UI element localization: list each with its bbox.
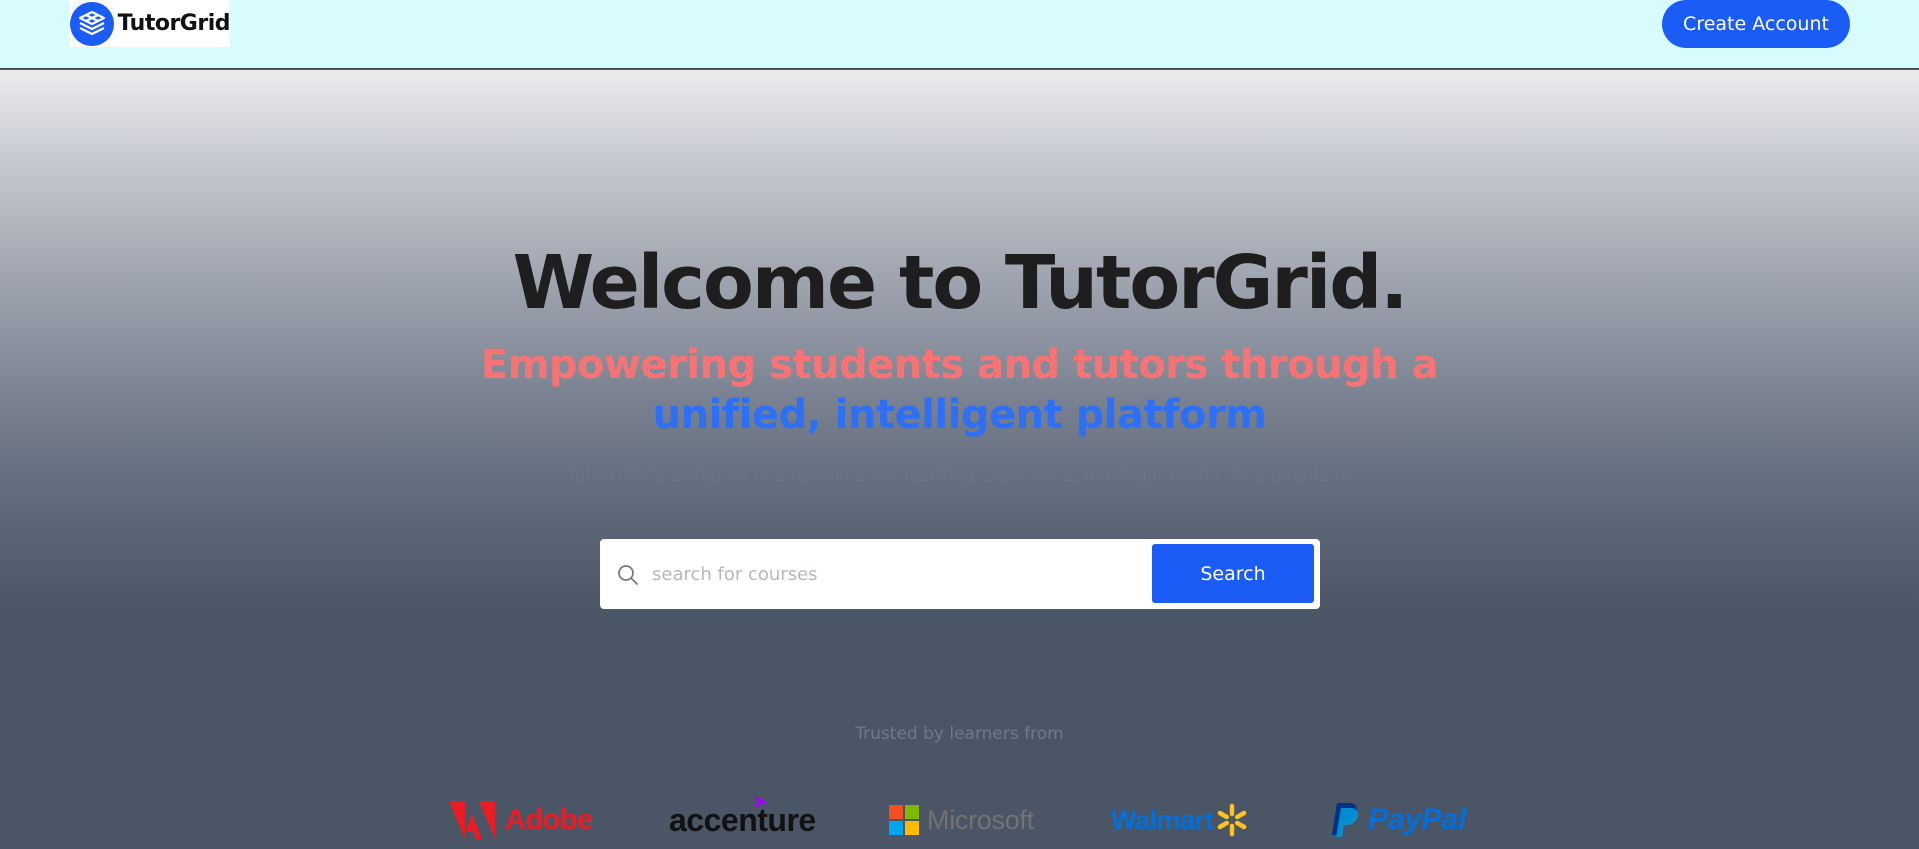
search-input[interactable] bbox=[652, 553, 1142, 595]
search-button[interactable]: Search bbox=[1152, 544, 1314, 603]
create-account-button[interactable]: Create Account bbox=[1662, 0, 1850, 48]
microsoft-wordmark: Microsoft bbox=[927, 804, 1034, 835]
subheading-line-2: unified, intelligent platform bbox=[652, 392, 1267, 438]
hero-description: TutorGrid is designed to streamline the … bbox=[567, 466, 1352, 486]
brand-name: TutorGrid bbox=[117, 11, 231, 36]
accenture-logo-icon: accenture bbox=[669, 795, 816, 841]
walmart-wordmark: Walmart bbox=[1111, 804, 1214, 835]
subheading-line-1: Empowering students and tutors through a bbox=[480, 342, 1439, 388]
top-navbar: TutorGrid Create Account bbox=[0, 0, 1919, 69]
walmart-logo: Walmart bbox=[1111, 799, 1249, 841]
search-icon bbox=[616, 563, 640, 587]
adobe-wordmark: Adobe bbox=[505, 803, 593, 836]
paypal-logo-icon: PayPal bbox=[1330, 799, 1466, 841]
hero-subheading: Empowering students and tutors through a… bbox=[0, 340, 1919, 440]
paypal-wordmark: PayPal bbox=[1368, 803, 1467, 836]
course-search-bar: Search bbox=[600, 539, 1320, 609]
adobe-logo-icon: Adobe bbox=[449, 799, 593, 841]
microsoft-logo-icon: Microsoft bbox=[889, 799, 1034, 841]
brand-logos-row: Adobe accenture Microsoft Walmart PayPal bbox=[0, 795, 1919, 849]
accenture-wordmark: accenture bbox=[669, 795, 816, 839]
walmart-spark-icon bbox=[1217, 803, 1247, 837]
tutorgrid-logo-icon bbox=[70, 1, 114, 46]
brand-logo[interactable]: TutorGrid bbox=[69, 0, 231, 47]
hero-headline: Welcome to TutorGrid. bbox=[512, 240, 1409, 326]
trusted-by-label: Trusted by learners from bbox=[855, 724, 1064, 744]
